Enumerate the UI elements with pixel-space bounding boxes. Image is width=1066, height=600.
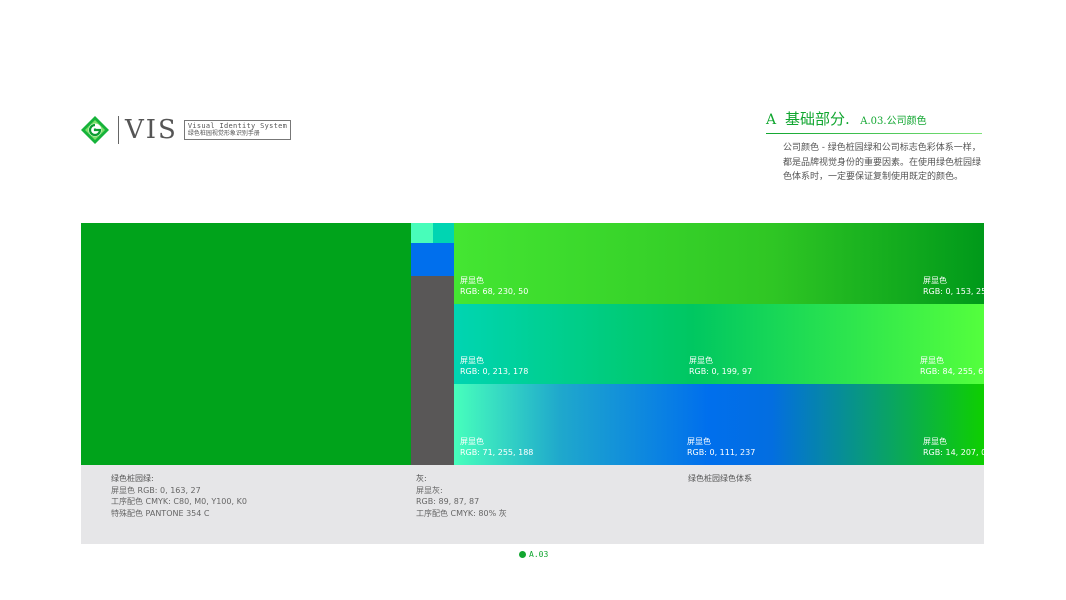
system-label-text: 绿色桩园绿色体系 [688, 474, 752, 483]
section-prefix: A [766, 112, 777, 128]
logo-vis-text: VIS [125, 115, 178, 145]
swatch-name: 屏显色 [923, 276, 947, 285]
section-title-text: 基础部分. [785, 110, 850, 128]
swatch-label: 屏显色 RGB: 84, 255, 61 [920, 355, 988, 377]
color-board: 屏显色 RGB: 68, 230, 50 屏显色 RGB: 0, 153, 25… [81, 223, 988, 544]
swatch-label: 屏显色 RGB: 71, 255, 188 [460, 436, 533, 458]
section-header: A 基础部分. A.03.公司颜色 公司颜色 - 绿色桩园绿和公司标志色彩体系一… [766, 110, 984, 185]
gray-info-cmyk: 工序配色 CMYK: 80% 灰 [416, 508, 507, 518]
green-info-screen: 屏显色 RGB: 0, 163, 27 [111, 485, 201, 495]
swatch-name: 屏显色 [460, 276, 484, 285]
swatch-name: 屏显色 [689, 356, 713, 365]
swatch-label: 屏显色 RGB: 68, 230, 50 [460, 275, 528, 297]
page-number: A.03 [529, 550, 549, 559]
green-info-pantone: 特殊配色 PANTONE 354 C [111, 508, 210, 518]
swatch-rgb: RGB: 14, 207, 0 [923, 448, 987, 457]
footer-logo-icon [519, 551, 526, 558]
logo-subtitle-en: Visual Identity System [187, 122, 288, 130]
mint-swatch [411, 223, 433, 243]
teal-swatch [433, 223, 454, 243]
swatch-label: 屏显色 RGB: 0, 153, 25 [923, 275, 986, 297]
brand-logo: VIS Visual Identity System 绿色桩园视觉形象识别手册 [80, 113, 292, 147]
logo-subtitle-box: Visual Identity System 绿色桩园视觉形象识别手册 [183, 120, 292, 140]
gray-info: 灰: 屏显灰: RGB: 89, 87, 87 工序配色 CMYK: 80% 灰 [416, 473, 507, 519]
gray-info-screen-label: 屏显灰: [416, 485, 443, 495]
green-info: 绿色桩园绿: 屏显色 RGB: 0, 163, 27 工序配色 CMYK: C8… [111, 473, 247, 519]
swatch-rgb: RGB: 0, 153, 25 [923, 287, 987, 296]
swatch-name: 屏显色 [460, 437, 484, 446]
swatch-name: 屏显色 [460, 356, 484, 365]
logo-emblem-icon [80, 115, 110, 145]
green-info-cmyk: 工序配色 CMYK: C80, M0, Y100, K0 [111, 497, 247, 506]
swatch-label: 屏显色 RGB: 14, 207, 0 [923, 436, 986, 458]
gray-info-title: 灰: [416, 474, 427, 483]
swatch-rgb: RGB: 0, 213, 178 [460, 367, 529, 376]
swatch-label: 屏显色 RGB: 0, 213, 178 [460, 355, 528, 377]
section-code: A.03.公司颜色 [860, 116, 927, 127]
swatch-rgb: RGB: 0, 111, 237 [687, 448, 756, 457]
swatch-name: 屏显色 [687, 437, 711, 446]
swatch-rgb: RGB: 84, 255, 61 [920, 367, 989, 376]
logo-divider [118, 116, 119, 144]
green-info-title: 绿色桩园绿: [111, 474, 154, 483]
blue-swatch [411, 243, 454, 276]
logo-subtitle-cn: 绿色桩园视觉形象识别手册 [187, 130, 260, 137]
gray-info-screen: RGB: 89, 87, 87 [416, 497, 480, 506]
swatch-rgb: RGB: 68, 230, 50 [460, 287, 529, 296]
swatch-rgb: RGB: 0, 199, 97 [689, 367, 753, 376]
swatch-name: 屏显色 [920, 356, 944, 365]
swatch-label: 屏显色 RGB: 0, 111, 237 [687, 436, 755, 458]
swatch-rgb: RGB: 71, 255, 188 [460, 448, 534, 457]
section-description: 公司颜色 - 绿色桩园绿和公司标志色彩体系一样，都是品牌视觉身份的重要因素。在使… [783, 143, 982, 182]
section-title: A 基础部分. A.03.公司颜色 [766, 110, 984, 131]
swatch-name: 屏显色 [923, 437, 947, 446]
system-label: 绿色桩园绿色体系 [688, 473, 752, 485]
swatch-label: 屏显色 RGB: 0, 199, 97 [689, 355, 752, 377]
gradient-band-1 [454, 223, 984, 304]
page-footer: A.03 [519, 550, 548, 559]
section-underline [766, 133, 982, 134]
main-green-swatch [81, 223, 411, 465]
